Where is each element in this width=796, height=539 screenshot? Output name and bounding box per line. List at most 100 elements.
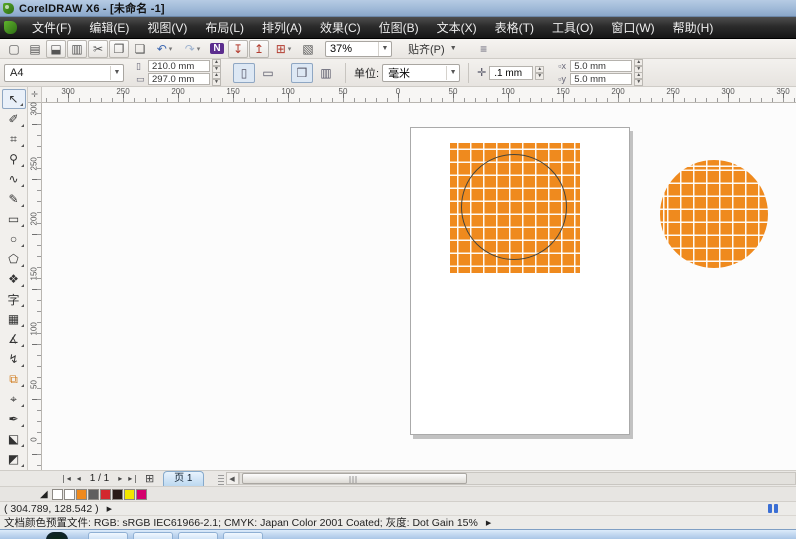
undo-icon[interactable]: ↶ xyxy=(151,40,178,58)
chevron-down-icon[interactable]: ▼ xyxy=(447,42,460,56)
menu-item[interactable]: 窗口(W) xyxy=(602,17,663,39)
new-document-icon[interactable]: ▢ xyxy=(4,40,24,58)
status-expander-icon[interactable]: ▶ xyxy=(107,505,112,513)
circle-outline-shape[interactable] xyxy=(461,154,567,260)
drawing-canvas[interactable] xyxy=(42,103,796,470)
paper-size-select[interactable]: A4 ▼ xyxy=(4,64,124,82)
taskbar-button[interactable] xyxy=(223,532,263,539)
blend-tool[interactable]: ⧉ xyxy=(2,369,26,389)
add-page-button[interactable]: ⊞ xyxy=(142,472,157,486)
horizontal-scrollbar[interactable] xyxy=(239,472,796,485)
no-color-swatch[interactable] xyxy=(52,489,63,500)
height-stepper[interactable]: ▲▼ xyxy=(212,72,221,86)
dimension-tool[interactable]: ∡ xyxy=(2,329,26,349)
taskbar-button[interactable] xyxy=(133,532,173,539)
scroll-left-icon[interactable]: ◀ xyxy=(226,472,239,485)
freehand-tool[interactable]: ∿ xyxy=(2,169,26,189)
nudge-input[interactable]: .1 mm xyxy=(489,66,533,80)
orange-grid-circle[interactable] xyxy=(660,160,768,268)
text-tool[interactable]: 字 xyxy=(2,289,26,309)
rectangle-tool[interactable]: ▭ xyxy=(2,209,26,229)
chevron-down-icon[interactable]: ▼ xyxy=(378,42,391,56)
application-launcher-icon[interactable]: ⊞ xyxy=(270,40,297,58)
duplicate-x-stepper[interactable]: ▲▼ xyxy=(634,59,643,73)
pick-tool[interactable]: ↖ xyxy=(2,89,26,109)
page-tab[interactable]: 页 1 xyxy=(163,471,203,486)
menu-item[interactable]: 位图(B) xyxy=(370,17,428,39)
welcome-screen-icon[interactable]: ▧ xyxy=(298,40,318,58)
ruler-origin-icon[interactable]: ✛ xyxy=(28,87,42,103)
snap-to-button[interactable]: 贴齐(P) ▼ xyxy=(403,41,465,57)
zoom-level-input[interactable] xyxy=(326,43,378,55)
menu-item[interactable]: 文本(X) xyxy=(428,17,486,39)
print-icon[interactable]: ▥ xyxy=(67,40,87,58)
menu-item[interactable]: 工具(O) xyxy=(543,17,602,39)
duplicate-x-input[interactable]: 5.0 mm xyxy=(570,60,632,72)
outline-pen-tool[interactable]: ✒ xyxy=(2,409,26,429)
last-page-button[interactable]: ▸❘ xyxy=(125,472,142,486)
cut-icon[interactable]: ✂ xyxy=(88,40,108,58)
crop-tool[interactable]: ⌗ xyxy=(2,129,26,149)
copy-icon[interactable]: ❐ xyxy=(109,40,129,58)
taskbar-button[interactable] xyxy=(88,532,128,539)
menu-item[interactable]: 帮助(H) xyxy=(664,17,723,39)
menu-item[interactable]: 编辑(E) xyxy=(80,17,138,39)
menu-item[interactable]: 效果(C) xyxy=(311,17,370,39)
menu-item[interactable]: 视图(V) xyxy=(138,17,196,39)
fill-tool[interactable]: ⬕ xyxy=(2,429,26,449)
import-icon[interactable]: ↧ xyxy=(228,40,248,58)
palette-swatch-gray[interactable] xyxy=(88,489,99,500)
redo-icon[interactable]: ↷ xyxy=(179,40,206,58)
palette-swatch-yellow[interactable] xyxy=(124,489,135,500)
color-eyedropper-tool[interactable]: ⌖ xyxy=(2,389,26,409)
options-icon[interactable]: ≡ xyxy=(474,40,494,58)
nudge-stepper[interactable]: ▲▼ xyxy=(535,66,544,80)
page-height-input[interactable]: 297.0 mm xyxy=(148,73,210,85)
current-page-button[interactable]: ▥ xyxy=(315,63,337,83)
table-tool[interactable]: ▦ xyxy=(2,309,26,329)
paste-icon[interactable]: ❏ xyxy=(130,40,150,58)
horizontal-ruler[interactable]: 30025020015010050050100150200250300350 xyxy=(42,87,796,103)
next-page-button[interactable]: ▸ xyxy=(115,472,125,486)
width-stepper[interactable]: ▲▼ xyxy=(212,59,221,73)
interactive-fill-tool[interactable]: ◩ xyxy=(2,449,26,469)
zoom-tool[interactable]: ⚲ xyxy=(2,149,26,169)
palette-swatch-red[interactable] xyxy=(100,489,111,500)
save-icon[interactable]: ⬓ xyxy=(46,40,66,58)
all-pages-button[interactable]: ❒ xyxy=(291,63,313,83)
page-width-input[interactable]: 210.0 mm xyxy=(148,60,210,72)
basic-shapes-tool[interactable]: ❖ xyxy=(2,269,26,289)
duplicate-y-stepper[interactable]: ▲▼ xyxy=(634,72,643,86)
status-expander-icon[interactable]: ▶ xyxy=(486,519,491,527)
chevron-down-icon[interactable]: ▼ xyxy=(446,66,459,80)
smart-drawing-tool[interactable]: ✎ xyxy=(2,189,26,209)
polygon-tool[interactable]: ⬠ xyxy=(2,249,26,269)
duplicate-y-input[interactable]: 5.0 mm xyxy=(570,73,632,85)
taskbar-button[interactable] xyxy=(178,532,218,539)
palette-eyedropper-icon[interactable]: ◢ xyxy=(40,489,48,500)
units-select[interactable]: 毫米 ▼ xyxy=(382,64,460,82)
chevron-down-icon[interactable]: ▼ xyxy=(110,66,123,80)
splitter-handle[interactable] xyxy=(218,473,224,485)
previous-page-button[interactable]: ◂ xyxy=(74,472,84,486)
shape-tool[interactable]: ✐ xyxy=(2,109,26,129)
menu-item[interactable]: 排列(A) xyxy=(253,17,311,39)
scrollbar-thumb[interactable] xyxy=(242,473,467,484)
palette-swatch-orange[interactable] xyxy=(76,489,87,500)
first-page-button[interactable]: ❘◂ xyxy=(57,472,74,486)
landscape-button[interactable]: ▭ xyxy=(257,63,279,83)
palette-swatch-dark[interactable] xyxy=(112,489,123,500)
zoom-level-combo[interactable]: ▼ xyxy=(325,41,392,57)
palette-swatch-white[interactable] xyxy=(64,489,75,500)
document-logo-icon[interactable] xyxy=(4,21,17,34)
connector-tool[interactable]: ↯ xyxy=(2,349,26,369)
palette-swatch-magenta[interactable] xyxy=(136,489,147,500)
vertical-ruler[interactable]: 300250200150100500 xyxy=(28,103,42,470)
menu-item[interactable]: 文件(F) xyxy=(23,17,80,39)
export-icon[interactable]: ↥ xyxy=(249,40,269,58)
menu-item[interactable]: 布局(L) xyxy=(196,17,253,39)
portrait-button[interactable]: ▯ xyxy=(233,63,255,83)
start-orb-icon[interactable] xyxy=(46,532,68,539)
menu-item[interactable]: 表格(T) xyxy=(486,17,543,39)
search-content-icon[interactable]: N xyxy=(207,40,227,58)
